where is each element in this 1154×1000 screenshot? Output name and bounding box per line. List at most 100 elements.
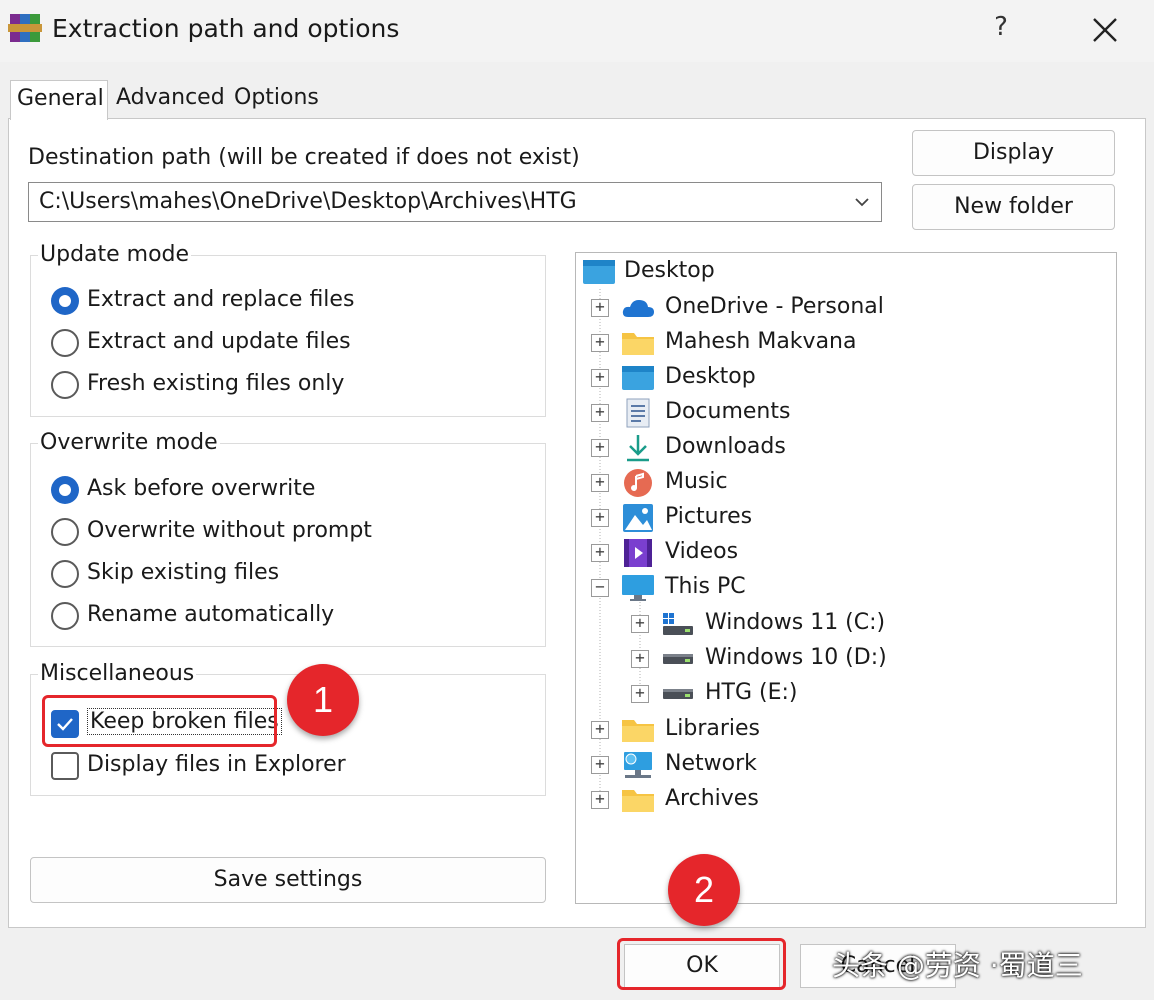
expand-icon[interactable]: + [591, 334, 609, 352]
radio-label: Rename automatically [87, 602, 335, 627]
folder-icon [622, 720, 654, 742]
radio-ask-before-overwrite[interactable]: Ask before overwrite [51, 474, 471, 508]
radio-extract-replace[interactable]: Extract and replace files [51, 285, 471, 319]
tree-item-label: Desktop [624, 258, 715, 283]
new-folder-button[interactable]: New folder [912, 184, 1115, 230]
windows-drive-icon [663, 613, 693, 635]
tree-item-label: Videos [665, 539, 739, 564]
tree-item-desktop[interactable]: + Desktop [591, 361, 1011, 395]
tree-item-label: Music [665, 469, 728, 494]
tree-item-network[interactable]: + Network [591, 748, 1011, 782]
expand-icon[interactable]: + [591, 509, 609, 527]
tree-item-documents[interactable]: + Documents [591, 396, 1011, 430]
expand-icon[interactable]: + [591, 439, 609, 457]
radio-rename-automatically[interactable]: Rename automatically [51, 600, 471, 634]
destination-path-value[interactable]: C:\Users\mahes\OneDrive\Desktop\Archives… [39, 189, 577, 214]
step-badge-2: 2 [668, 854, 740, 926]
drive-icon [663, 689, 693, 699]
tree-item-this-pc[interactable]: − This PC [591, 571, 1011, 605]
save-settings-button[interactable]: Save settings [30, 857, 546, 903]
radio-button[interactable] [51, 287, 79, 315]
radio-label: Extract and update files [87, 329, 351, 354]
videos-icon [624, 539, 652, 567]
tree-item-drive-e[interactable]: + HTG (E:) [631, 677, 1051, 711]
checkbox-label: Display files in Explorer [87, 752, 346, 777]
desktop-icon [583, 260, 615, 284]
radio-button[interactable] [51, 518, 79, 546]
step-badge-1: 1 [287, 664, 359, 736]
expand-icon[interactable]: + [591, 544, 609, 562]
expand-icon[interactable]: + [591, 721, 609, 739]
tab-general[interactable]: General [10, 80, 108, 120]
radio-label: Extract and replace files [87, 287, 355, 312]
destination-path-label: Destination path (will be created if doe… [28, 145, 580, 170]
collapse-icon[interactable]: − [591, 579, 609, 597]
tree-item-pictures[interactable]: + Pictures [591, 501, 1011, 535]
pictures-icon [623, 504, 653, 532]
tree-item-label: HTG (E:) [705, 680, 798, 705]
radio-extract-update[interactable]: Extract and update files [51, 327, 471, 361]
window-title: Extraction path and options [52, 14, 400, 43]
radio-button[interactable] [51, 602, 79, 630]
expand-icon[interactable]: + [631, 650, 649, 668]
radio-label: Ask before overwrite [87, 476, 316, 501]
help-button[interactable]: ? [986, 12, 1016, 48]
highlight-ok-button [617, 938, 786, 990]
tree-item-label: Downloads [665, 434, 786, 459]
tab-options[interactable]: Options [228, 80, 325, 120]
cloud-icon [622, 300, 654, 317]
checkbox-display-files-in-explorer[interactable]: Display files in Explorer [51, 750, 471, 784]
expand-icon[interactable]: + [591, 791, 609, 809]
expand-icon[interactable]: + [591, 404, 609, 422]
radio-skip-existing[interactable]: Skip existing files [51, 558, 471, 592]
folder-tree[interactable]: Desktop + OneDrive - Personal + Mahesh M… [575, 252, 1117, 904]
radio-button[interactable] [51, 329, 79, 357]
tree-item-label: Mahesh Makvana [665, 329, 857, 354]
chevron-down-icon[interactable] [851, 191, 873, 213]
radio-button[interactable] [51, 560, 79, 588]
tree-item-label: Windows 11 (C:) [705, 610, 886, 635]
checkbox[interactable] [51, 752, 79, 780]
tree-item-videos[interactable]: + Videos [591, 536, 1011, 570]
update-mode-title: Update mode [38, 242, 192, 267]
tab-advanced[interactable]: Advanced [110, 80, 231, 120]
expand-icon[interactable]: + [631, 685, 649, 703]
tree-item-archives[interactable]: + Archives [591, 783, 1011, 817]
monitor-icon [622, 575, 654, 601]
download-icon [627, 435, 649, 462]
tree-item-music[interactable]: + Music [591, 466, 1011, 500]
expand-icon[interactable]: + [591, 369, 609, 387]
tree-item-mahesh-makvana[interactable]: + Mahesh Makvana [591, 326, 1011, 360]
radio-button[interactable] [51, 476, 79, 504]
expand-icon[interactable]: + [631, 615, 649, 633]
destination-path-combobox[interactable]: C:\Users\mahes\OneDrive\Desktop\Archives… [28, 182, 882, 222]
radio-label: Overwrite without prompt [87, 518, 372, 543]
radio-fresh-existing[interactable]: Fresh existing files only [51, 369, 471, 403]
tree-item-label: Archives [665, 786, 759, 811]
tree-item-label: Desktop [665, 364, 756, 389]
tree-item-root[interactable]: Desktop [582, 255, 902, 289]
radio-label: Fresh existing files only [87, 371, 345, 396]
radio-overwrite-without-prompt[interactable]: Overwrite without prompt [51, 516, 471, 550]
tree-item-downloads[interactable]: + Downloads [591, 431, 1011, 465]
expand-icon[interactable]: + [591, 299, 609, 317]
network-icon [624, 752, 652, 778]
tree-item-label: Documents [665, 399, 791, 424]
desktop-folder-icon [622, 366, 654, 390]
tree-item-label: OneDrive - Personal [665, 294, 884, 319]
highlight-keep-broken-files [42, 695, 277, 747]
tree-item-onedrive[interactable]: + OneDrive - Personal [591, 291, 1011, 325]
close-icon[interactable] [1086, 10, 1124, 50]
tree-item-libraries[interactable]: + Libraries [591, 713, 1011, 747]
folder-icon [622, 790, 654, 812]
documents-icon [626, 398, 650, 428]
drive-icon [663, 654, 693, 664]
tree-item-drive-d[interactable]: + Windows 10 (D:) [631, 642, 1051, 676]
expand-icon[interactable]: + [591, 474, 609, 492]
radio-button[interactable] [51, 371, 79, 399]
miscellaneous-title: Miscellaneous [38, 661, 197, 686]
tree-item-drive-c[interactable]: + Windows 11 (C:) [631, 607, 1051, 641]
music-icon [624, 469, 652, 497]
display-button[interactable]: Display [912, 130, 1115, 176]
expand-icon[interactable]: + [591, 756, 609, 774]
